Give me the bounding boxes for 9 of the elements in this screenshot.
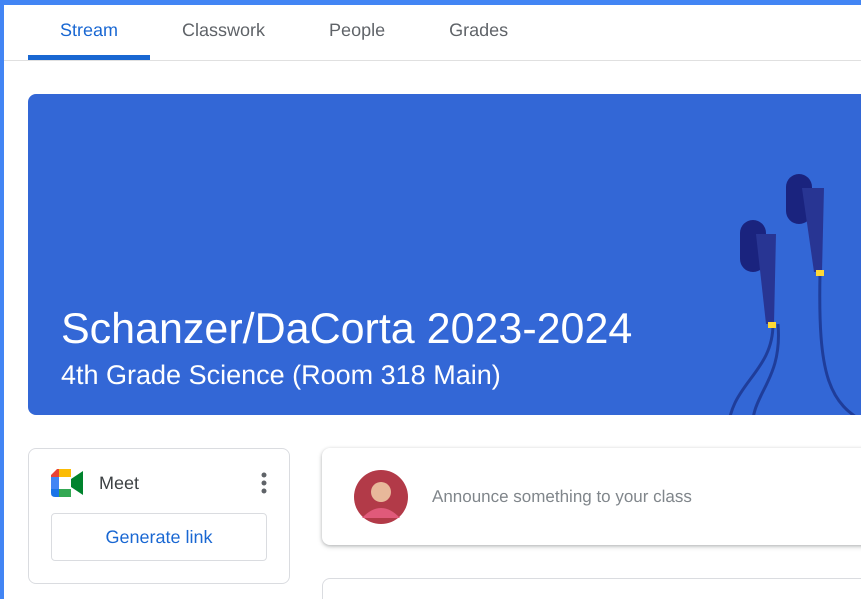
class-subtitle: 4th Grade Science (Room 318 Main) [61,360,502,391]
announce-field[interactable]: Announce something to your class [430,486,861,508]
tab[interactable]: Classwork [150,5,298,60]
tab[interactable]: Stream [28,5,150,60]
tab[interactable]: People [297,5,418,60]
generate-link-button[interactable]: Generate link [51,513,267,561]
meet-title: Meet [99,472,140,494]
tab[interactable]: Grades [417,5,540,60]
class-title: Schanzer/DaCorta 2023-2024 [61,305,634,354]
